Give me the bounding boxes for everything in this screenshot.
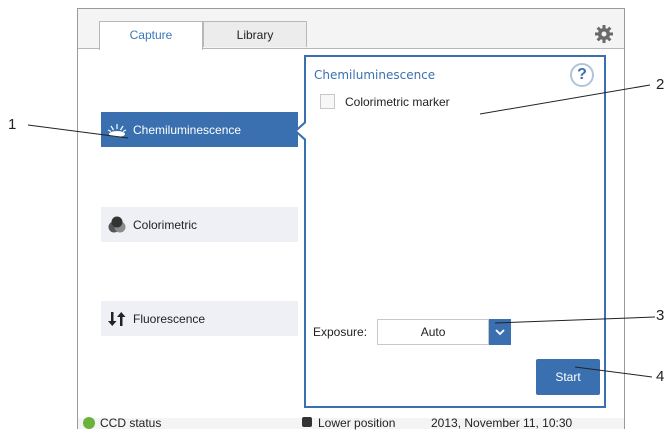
gear-icon[interactable]	[594, 24, 614, 44]
colorimetric-icon	[107, 216, 127, 234]
exposure-label: Exposure:	[313, 325, 368, 339]
callout-4: 4	[656, 368, 665, 385]
device-screen: Capture Library Chemiluminescence Colori…	[77, 8, 625, 430]
chemiluminescence-icon	[107, 121, 127, 139]
position-label: Lower position	[318, 416, 396, 430]
mode-fluorescence-label: Fluorescence	[133, 311, 206, 326]
fluorescence-icon	[107, 310, 127, 328]
selection-pointer-fill	[297, 123, 306, 139]
mode-fluorescence-button[interactable]: Fluorescence	[101, 301, 298, 336]
tab-bar: Capture Library	[78, 9, 624, 50]
help-button[interactable]: ?	[570, 63, 594, 87]
colorimetric-marker-checkbox[interactable]	[320, 94, 335, 109]
mode-colorimetric-label: Colorimetric	[133, 217, 198, 232]
callout-1: 1	[8, 116, 17, 133]
callout-3: 3	[656, 307, 665, 324]
chevron-down-icon	[495, 329, 505, 336]
exposure-row: Exposure: Auto	[313, 319, 512, 345]
ccd-status-label: CCD status	[100, 416, 162, 430]
capture-content: Chemiluminescence Colorimetric Fluoresce…	[78, 49, 624, 418]
colorimetric-marker-label: Colorimetric marker	[345, 94, 450, 109]
tab-library[interactable]: Library	[203, 21, 307, 47]
panel-title: Chemiluminescence	[314, 68, 436, 82]
mode-chemiluminescence-label: Chemiluminescence	[133, 122, 242, 137]
mode-colorimetric-button[interactable]: Colorimetric	[101, 207, 298, 242]
exposure-dropdown-button[interactable]	[489, 319, 512, 345]
status-bar: CCD status Lower position 2013, November…	[78, 415, 624, 430]
mode-chemiluminescence-button[interactable]: Chemiluminescence	[101, 112, 298, 147]
callout-2: 2	[656, 76, 665, 93]
mode-settings-panel: Chemiluminescence ? Colorimetric marker …	[304, 55, 606, 408]
ccd-status-icon	[83, 417, 95, 429]
start-button[interactable]: Start	[536, 359, 600, 395]
exposure-select[interactable]: Auto	[377, 319, 490, 345]
colorimetric-marker-option[interactable]: Colorimetric marker	[320, 94, 450, 109]
tab-capture[interactable]: Capture	[99, 21, 203, 50]
position-icon	[302, 417, 312, 427]
datetime-label: 2013, November 11, 10:30	[431, 416, 573, 430]
